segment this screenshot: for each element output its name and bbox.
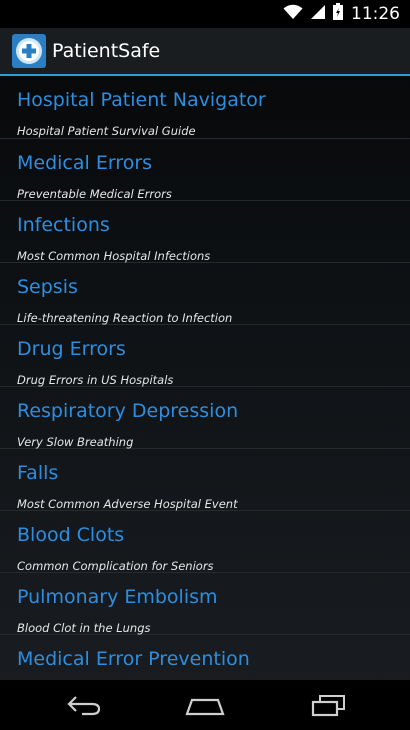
item-subtitle: Most Common Adverse Hospital Event (17, 497, 238, 511)
back-icon[interactable] (59, 690, 109, 720)
patientsafe-logo-icon[interactable] (12, 34, 46, 68)
item-subtitle: Common Complication for Seniors (17, 559, 214, 573)
item-subtitle: Most Common Hospital Infections (17, 249, 211, 263)
item-title: Medical Error Prevention (17, 648, 250, 670)
item-title: Hospital Patient Navigator (17, 89, 266, 111)
list-item[interactable]: Medical Errors Preventable Medical Error… (0, 139, 410, 201)
item-title: Drug Errors (17, 338, 126, 360)
list-item[interactable]: Hospital Patient Navigator Hospital Pati… (0, 76, 410, 139)
battery-icon (333, 3, 343, 25)
item-title: Blood Clots (17, 524, 125, 546)
wifi-icon (283, 4, 303, 25)
item-title: Infections (17, 214, 110, 236)
list-item[interactable]: Drug Errors Drug Errors in US Hospitals (0, 325, 410, 387)
status-time: 11:26 (351, 4, 400, 24)
status-bar: 11:26 (0, 0, 410, 28)
list-item[interactable]: Falls Most Common Adverse Hospital Event (0, 449, 410, 511)
app-title: PatientSafe (52, 40, 161, 62)
item-subtitle: Very Slow Breathing (17, 435, 134, 449)
action-bar: PatientSafe (0, 28, 410, 76)
item-subtitle: Life-threatening Reaction to Infection (17, 311, 233, 325)
recents-icon[interactable] (303, 690, 353, 720)
list-item[interactable]: Pulmonary Embolism Blood Clot in the Lun… (0, 573, 410, 635)
item-title: Pulmonary Embolism (17, 586, 218, 608)
home-icon[interactable] (180, 690, 230, 720)
status-icons: 11:26 (283, 0, 400, 28)
item-subtitle: Drug Errors in US Hospitals (17, 373, 174, 387)
item-title: Falls (17, 462, 59, 484)
item-title: Respiratory Depression (17, 400, 239, 422)
list-item[interactable]: Medical Error Prevention (0, 635, 410, 680)
item-title: Medical Errors (17, 152, 153, 174)
list-item[interactable]: Sepsis Life-threatening Reaction to Infe… (0, 263, 410, 325)
item-subtitle: Preventable Medical Errors (17, 187, 172, 201)
navigation-bar (0, 680, 410, 730)
list-item[interactable]: Blood Clots Common Complication for Seni… (0, 511, 410, 573)
signal-icon (311, 4, 325, 25)
list-item[interactable]: Infections Most Common Hospital Infectio… (0, 201, 410, 263)
item-subtitle: Blood Clot in the Lungs (17, 621, 151, 635)
item-subtitle: Hospital Patient Survival Guide (17, 124, 196, 138)
item-title: Sepsis (17, 276, 78, 298)
list-item[interactable]: Respiratory Depression Very Slow Breathi… (0, 387, 410, 449)
topic-list: Hospital Patient Navigator Hospital Pati… (0, 76, 410, 680)
